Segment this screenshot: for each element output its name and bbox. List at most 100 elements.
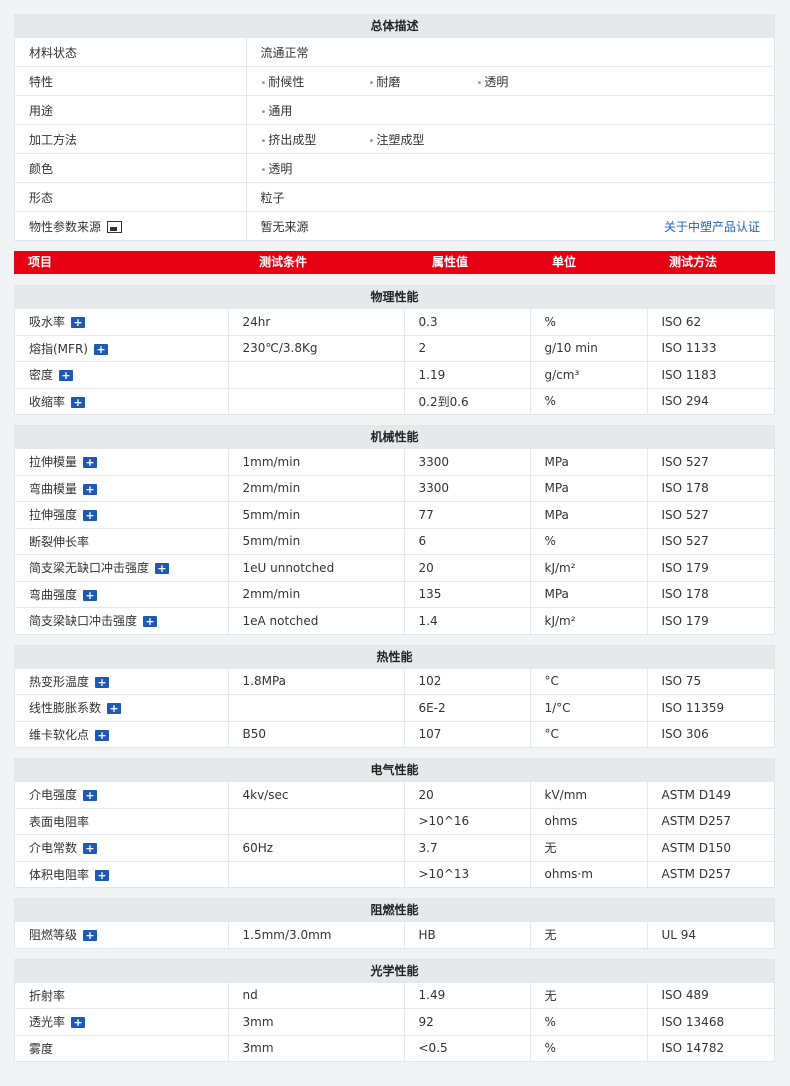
overview-item: 透明 [477, 73, 585, 90]
plus-info-icon[interactable]: + [71, 396, 86, 408]
property-cond-cell: 2mm/min [228, 580, 405, 608]
property-cond: nd [242, 988, 258, 1003]
property-cond-cell: B50 [228, 720, 405, 747]
section-title: 电气性能 [15, 759, 774, 781]
overview-item-list: 通用 [261, 102, 761, 119]
overview-row: 用途 通用 [15, 95, 774, 125]
property-name-cell: 收缩率 + [15, 387, 229, 414]
property-value-cell: 20 [404, 554, 531, 581]
property-value-cell: >10^16 [404, 807, 531, 835]
property-unit: 无 [544, 928, 557, 943]
property-cond-cell [228, 807, 405, 835]
property-cond-cell: 4kv/sec [228, 781, 405, 808]
property-unit-cell: % [530, 1008, 648, 1035]
property-row: 弯曲强度 +2mm/min 135 MPa ISO 178 [15, 580, 776, 608]
property-unit-cell: 无 [530, 834, 648, 861]
property-name-cell: 熔指(MFR) + [15, 334, 229, 362]
property-cond: 4kv/sec [242, 787, 289, 802]
overview-label-cell: 加工方法 [15, 124, 247, 154]
property-cond-cell: 1eU unnotched [228, 554, 405, 581]
property-value: 1.4 [418, 613, 438, 628]
plus-info-icon[interactable]: + [83, 457, 98, 469]
property-name-cell: 阻燃等级 + [15, 921, 229, 948]
property-cond-cell [228, 860, 405, 887]
property-unit-cell: % [530, 527, 648, 555]
property-row: 体积电阻率 + >10^13 ohms·m ASTM D257 [15, 860, 776, 887]
plus-info-icon[interactable]: + [83, 483, 98, 495]
property-row: 密度 +1.19 g/cm³ ISO 1183 [15, 361, 776, 388]
property-value: 20 [418, 560, 434, 575]
property-name: 维卡软化点 [29, 727, 90, 742]
image-icon[interactable] [107, 221, 123, 233]
overview-label: 特性 [29, 74, 54, 89]
property-value-cell: 77 [404, 501, 531, 528]
property-cond: 1eU unnotched [242, 560, 335, 575]
plus-info-icon[interactable]: + [83, 510, 98, 522]
overview-value-cell: 流通正常 [246, 37, 774, 67]
property-unit: 1/°C [544, 700, 571, 715]
property-row: 线性膨胀系数 +6E-2 1/°C ISO 11359 [15, 694, 776, 721]
plus-info-icon[interactable]: + [93, 343, 108, 355]
property-name: 吸水率 [29, 315, 66, 330]
property-cond-cell: 1.5mm/3.0mm [228, 921, 405, 948]
plus-info-icon[interactable]: + [95, 676, 110, 688]
plus-info-icon[interactable]: + [95, 869, 110, 881]
property-name: 阻燃等级 [29, 928, 78, 943]
property-method: ISO 306 [661, 727, 709, 742]
plus-info-icon[interactable]: + [71, 317, 86, 329]
property-name-cell: 表面电阻率 [15, 807, 229, 835]
property-cond-cell: nd [228, 981, 405, 1009]
plus-info-icon[interactable]: + [95, 729, 110, 741]
page: 总体描述 材料状态流通正常特性耐候性耐磨透明用途通用加工方法挤出成型注塑成型颜色… [14, 14, 776, 1072]
property-unit-cell: °C [530, 720, 648, 747]
section-table: 热变形温度 +1.8MPa 102 °C ISO 75 线性膨胀系数 +6E-2 1/°C IS… [15, 667, 776, 747]
property-value: 135 [418, 587, 442, 602]
property-value: 102 [418, 674, 442, 689]
property-method-cell: ISO 527 [647, 527, 776, 555]
section-title: 阻燃性能 [15, 899, 774, 921]
property-unit: °C [544, 727, 559, 742]
plus-info-icon[interactable]: + [83, 589, 98, 601]
property-row: 介电常数 +60Hz 3.7 无 ASTM D150 [15, 834, 776, 861]
plus-info-icon[interactable]: + [155, 563, 170, 575]
property-unit-cell: kJ/m² [530, 554, 648, 581]
property-name-cell: 拉伸强度 + [15, 501, 229, 528]
plus-info-icon[interactable]: + [143, 616, 158, 628]
property-method: ISO 178 [661, 481, 709, 496]
plus-info-icon[interactable]: + [83, 790, 98, 802]
property-cond: 2mm/min [242, 587, 301, 602]
overview-row: 特性 耐候性耐磨透明 [15, 66, 774, 96]
property-method-cell: ISO 179 [647, 554, 776, 581]
property-row: 表面电阻率 >10^16 ohms ASTM D257 [15, 807, 776, 835]
plus-info-icon[interactable]: + [107, 703, 122, 715]
property-name: 弯曲模量 [29, 481, 78, 496]
property-row: 维卡软化点 + B50 107 °C ISO 306 [15, 720, 776, 747]
plus-info-icon[interactable]: + [83, 930, 98, 942]
overview-row: 颜色 透明 [15, 153, 774, 183]
certification-link[interactable]: 关于中塑产品认证 [664, 218, 760, 235]
property-cond: 230℃/3.8Kg [242, 341, 318, 356]
property-name: 弯曲强度 [29, 587, 78, 602]
property-method: ISO 1133 [661, 341, 717, 356]
property-method-cell: ISO 489 [647, 981, 776, 1009]
column-header-bar: 项目 测试条件 属性值 单位 测试方法 [14, 251, 775, 274]
property-method: ISO 179 [661, 613, 709, 628]
overview-label-cell: 物性参数来源 [15, 211, 247, 240]
property-unit-cell: % [530, 387, 648, 414]
section-title: 机械性能 [15, 426, 774, 448]
section-panel: 光学性能 折射率 nd 1.49 无 ISO 489 透光率 +3mm 92% ISO 13468… [14, 958, 776, 1062]
property-method: ISO 527 [661, 454, 709, 469]
overview-value-cell: 耐候性耐磨透明 [246, 66, 774, 96]
property-cond-cell [228, 694, 405, 721]
plus-info-icon[interactable]: + [59, 370, 74, 382]
property-unit: % [544, 314, 556, 329]
property-name: 拉伸模量 [29, 455, 78, 470]
property-row: 拉伸强度 +5mm/min 77 MPa ISO 527 [15, 501, 776, 528]
plus-info-icon[interactable]: + [71, 1017, 86, 1029]
property-value-cell: 3300 [404, 474, 531, 502]
property-name-cell: 透光率 + [15, 1008, 229, 1035]
plus-info-icon[interactable]: + [83, 843, 98, 855]
overview-value: 暂无来源 [260, 219, 309, 234]
property-method-cell: ISO 527 [647, 448, 776, 475]
property-cond: B50 [242, 727, 267, 742]
